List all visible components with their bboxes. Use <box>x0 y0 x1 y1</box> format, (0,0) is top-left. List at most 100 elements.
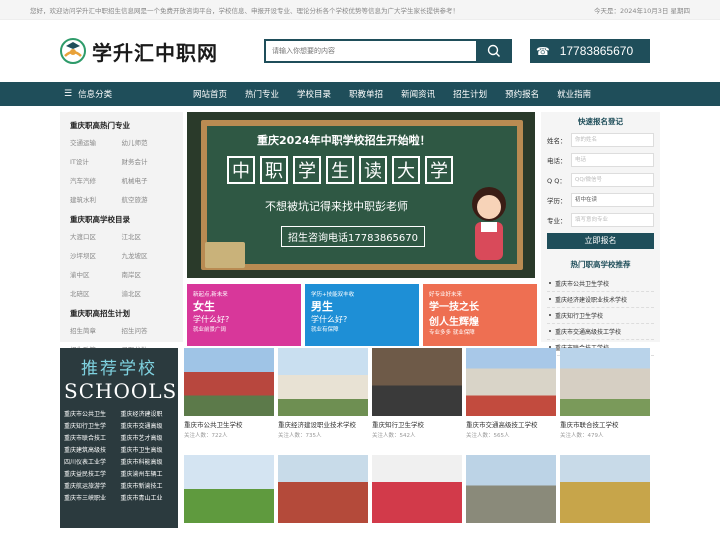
thumb-note: 就业前景广阔 <box>193 327 227 333</box>
form-title: 快速报名登记 <box>578 117 623 126</box>
school-card[interactable]: 重庆市联合技工学校 关注人数：479人 <box>560 348 650 445</box>
school-link[interactable]: 重庆市卫生高级 <box>121 445 175 454</box>
school-link[interactable]: 重庆市新渝技工 <box>121 481 175 490</box>
school-card[interactable]: 重庆经济建设职业技术学校 关注人数：735人 <box>278 348 368 445</box>
sidebar-link[interactable]: 九龙坡区 <box>122 250 174 260</box>
name-field[interactable]: 你的姓名 <box>571 133 654 147</box>
nav-item-news[interactable]: 新闻资讯 <box>392 88 444 100</box>
sidebar-link[interactable]: 幼儿师范 <box>122 137 174 147</box>
thumb-tag: 好专业好未来 <box>429 292 463 298</box>
thumb-subtitle: 学什么好? <box>311 315 348 324</box>
chalkboard: 重庆2024年中职学校招生开始啦！ 中 职 学 生 读 大 学 不想被坑记得来找… <box>201 120 524 270</box>
school-link[interactable]: 重庆市青山工业 <box>121 493 175 502</box>
nav-item-jobs[interactable]: 就业指南 <box>548 88 600 100</box>
search-icon <box>487 44 500 57</box>
sidebar-link[interactable]: 北碚区 <box>70 288 122 298</box>
nav-item-home[interactable]: 网站首页 <box>184 88 236 100</box>
field-label: Q Q： <box>547 177 566 185</box>
nav-item-exam[interactable]: 职教单招 <box>340 88 392 100</box>
school-card[interactable] <box>466 454 556 529</box>
sidebar-title: 重庆职高热门专业 <box>70 121 130 130</box>
school-card[interactable]: 重庆知行卫生学校 关注人数：542人 <box>372 348 462 445</box>
phone-field[interactable]: 电话 <box>571 153 654 167</box>
hot-school-link[interactable]: 重庆市交通高级技工学校 <box>547 324 654 340</box>
sidebar-title: 重庆职高学校目录 <box>70 215 130 224</box>
sidebar-link[interactable]: 大渡口区 <box>70 231 122 241</box>
nav-item-signup[interactable]: 预约报名 <box>496 88 548 100</box>
nav-item-schools[interactable]: 学校目录 <box>288 88 340 100</box>
school-link[interactable]: 重庆市公共卫生 <box>64 409 118 418</box>
education-select[interactable]: 初中在读 <box>571 193 654 207</box>
nav-item-majors[interactable]: 热门专业 <box>236 88 288 100</box>
hot-school-link[interactable]: 重庆知行卫生学校 <box>547 308 654 324</box>
sidebar-link[interactable]: 招生问答 <box>122 325 174 335</box>
sidebar-link[interactable]: 南岸区 <box>122 269 174 279</box>
banner-contact: 招生咨询电话17783865670 <box>281 226 426 247</box>
logo[interactable]: 学升汇中职网 <box>60 37 260 66</box>
banner-slogan: 不想被坑记得来找中职彭老师 <box>265 200 409 213</box>
sidebar-link[interactable]: 建筑水利 <box>70 194 122 204</box>
field-label: 电话： <box>547 157 567 165</box>
signup-panel: 快速报名登记 姓名： 你的姓名 电话： 电话 Q Q： QQ/微信号 学历： 初中在读 … <box>541 112 660 356</box>
banner-char: 生 <box>326 156 355 184</box>
follow-count: 关注人数：565人 <box>466 433 510 439</box>
school-name: 重庆市联合技工学校 <box>560 421 619 429</box>
banner-char: 大 <box>392 156 421 184</box>
signup-button[interactable]: 立即报名 <box>547 233 654 249</box>
school-card[interactable] <box>184 454 274 529</box>
school-link[interactable]: 四川仪表工业学 <box>64 457 118 466</box>
school-link[interactable]: 重庆建筑高级技 <box>64 445 118 454</box>
sidebar-link[interactable]: 渝北区 <box>122 288 174 298</box>
search-input[interactable] <box>264 39 476 63</box>
school-card[interactable]: 重庆市公共卫生学校 关注人数：722人 <box>184 348 274 445</box>
sidebar-link[interactable]: 渝中区 <box>70 269 122 279</box>
school-link[interactable]: 重庆渝州车辆工 <box>121 469 175 478</box>
main-nav: ☰ 信息分类 网站首页 热门专业 学校目录 职教单招 新闻资讯 招生计划 预约报… <box>0 82 720 106</box>
sidebar-link[interactable]: 汽车汽修 <box>70 175 122 185</box>
sidebar-link[interactable]: 沙坪坝区 <box>70 250 122 260</box>
school-link[interactable]: 重庆市三峡职业 <box>64 493 118 502</box>
banner-chars: 中 职 学 生 读 大 学 <box>227 156 454 184</box>
hot-school-link[interactable]: 重庆市公共卫生学校 <box>547 276 654 292</box>
school-card[interactable] <box>560 454 650 529</box>
hot-school-link[interactable]: 重庆经济建设职业技术学校 <box>547 292 654 308</box>
school-link[interactable]: 重庆益民技工学 <box>64 469 118 478</box>
sidebar-link[interactable]: 招生简章 <box>70 325 122 335</box>
search-button[interactable] <box>476 39 512 63</box>
thumb-title: 学一技之长 <box>429 302 480 313</box>
thumb-skill[interactable]: 好专业好未来 学一技之长 创人生辉煌 专业多多 就业保障 <box>423 284 538 346</box>
sidebar-link[interactable]: 航空旅游 <box>122 194 174 204</box>
sidebar-link[interactable]: 财务会计 <box>122 156 174 166</box>
thumb-boys[interactable]: 学历+技能双丰收 男生 学什么好? 就业有保障 <box>305 284 420 346</box>
school-link[interactable]: 重庆经济建设职 <box>121 409 175 418</box>
schools-box: 推荐学校 SCHOOLS 重庆市公共卫生 重庆经济建设职 重庆知行卫生学 重庆市… <box>60 348 178 528</box>
phone-box[interactable]: ☎ 17783865670 <box>530 39 650 63</box>
school-link[interactable]: 重庆航运旅游学 <box>64 481 118 490</box>
school-card[interactable] <box>278 454 368 529</box>
hero-banner[interactable]: 重庆2024年中职学校招生开始啦！ 中 职 学 生 读 大 学 不想被坑记得来找… <box>187 112 536 278</box>
school-link[interactable]: 重庆市联合技工 <box>64 433 118 442</box>
school-link[interactable]: 重庆市艺才高级 <box>121 433 175 442</box>
banner-char: 学 <box>293 156 322 184</box>
school-card[interactable] <box>372 454 462 529</box>
school-name: 重庆经济建设职业技术学校 <box>278 421 356 429</box>
school-link[interactable]: 重庆市科能高级 <box>121 457 175 466</box>
sidebar-link[interactable]: 江北区 <box>122 231 174 241</box>
follow-count: 关注人数：479人 <box>560 433 604 439</box>
major-field[interactable]: 填写意向专业 <box>571 213 654 227</box>
school-card[interactable]: 重庆市交通高级技工学校 关注人数：565人 <box>466 348 556 445</box>
banner-char: 读 <box>359 156 388 184</box>
banner-char: 中 <box>227 156 256 184</box>
nav-item-plan[interactable]: 招生计划 <box>444 88 496 100</box>
sidebar-link[interactable]: 机械电子 <box>122 175 174 185</box>
school-photo <box>560 454 650 523</box>
school-link[interactable]: 重庆市交通高级 <box>121 421 175 430</box>
thumb-girls[interactable]: 新起点,新未来 女生 学什么好? 就业前景广阔 <box>187 284 302 346</box>
field-label: 学历： <box>547 197 567 205</box>
thumb-subtitle: 创人生辉煌 <box>429 317 480 328</box>
category-menu[interactable]: ☰ 信息分类 <box>60 88 184 100</box>
sidebar-link[interactable]: IT设计 <box>70 156 122 166</box>
qq-field[interactable]: QQ/微信号 <box>571 173 654 187</box>
sidebar-link[interactable]: 交通运输 <box>70 137 122 147</box>
school-link[interactable]: 重庆知行卫生学 <box>64 421 118 430</box>
